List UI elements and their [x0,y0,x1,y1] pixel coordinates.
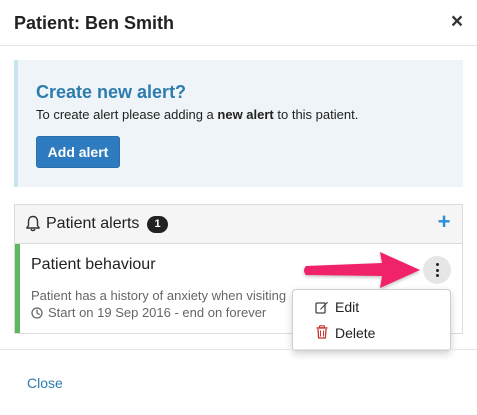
create-alert-text-start: To create alert please adding a [36,107,218,122]
edit-icon [315,301,328,314]
trash-icon [316,325,328,339]
alert-description: Patient has a history of anxiety when vi… [31,288,287,303]
plus-icon[interactable]: + [434,211,454,233]
add-alert-button[interactable]: Add alert [36,136,120,168]
kebab-menu-icon[interactable] [423,256,451,284]
create-alert-text-bold: new alert [217,107,274,122]
bell-icon [26,215,40,232]
alert-count-badge: 1 [147,216,168,233]
modal-title: Patient: Ben Smith [14,13,175,33]
patient-alerts-title: Patient alerts [46,215,140,232]
alert-actions-dropdown: Edit Delete [292,289,451,351]
footer-divider [0,349,477,350]
alert-title: Patient behaviour [31,256,156,273]
create-alert-title: Create new alert? [36,82,187,102]
header-divider [0,45,477,46]
dropdown-item-edit-label: Edit [335,299,360,315]
dropdown-item-edit[interactable]: Edit [293,295,450,319]
alert-status-stripe [15,244,20,333]
annotation-arrow [304,252,420,288]
dropdown-item-delete[interactable]: Delete [293,321,450,345]
close-icon[interactable]: × [446,11,468,33]
create-alert-text-end: to this patient. [273,107,359,122]
dropdown-item-delete-label: Delete [335,325,376,341]
clock-icon [31,307,43,319]
create-alert-text: To create alert please adding a new aler… [36,106,358,124]
alert-dates: Start on 19 Sep 2016 - end on forever [48,305,267,320]
close-link[interactable]: Close [27,374,63,392]
